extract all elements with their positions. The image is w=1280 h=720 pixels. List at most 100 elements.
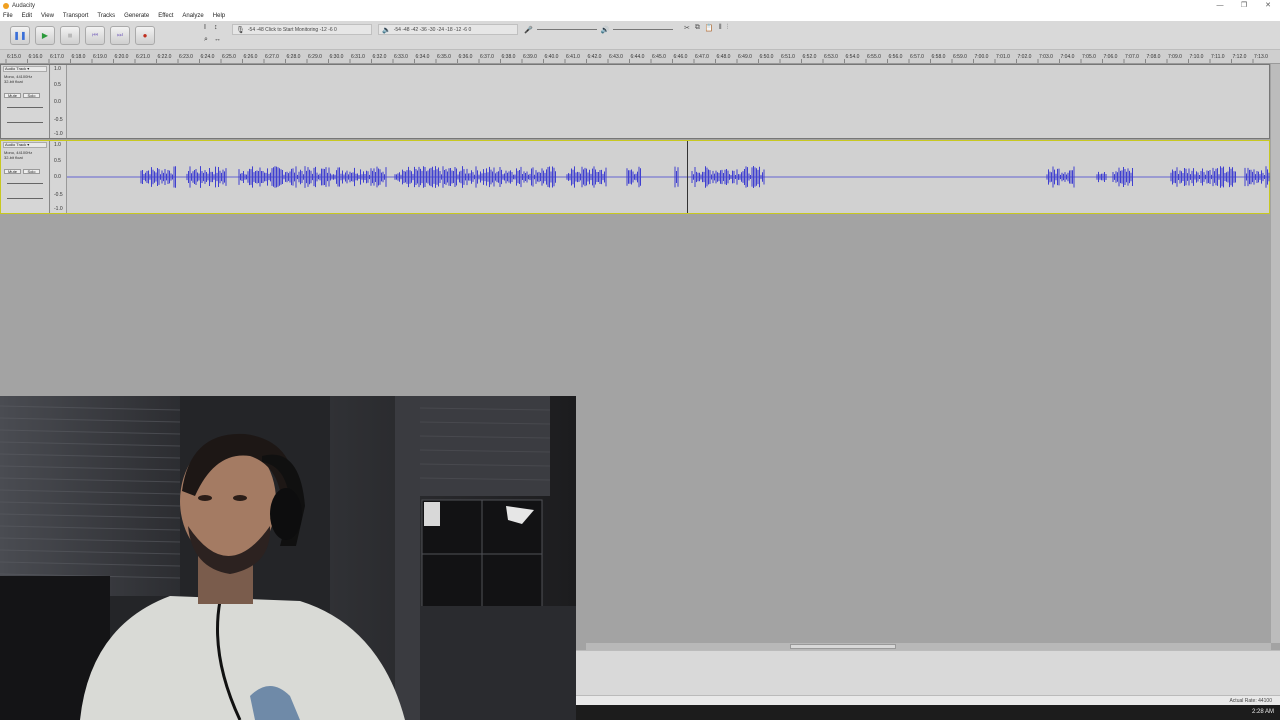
play-icon: ▶	[41, 31, 49, 40]
menu-edit[interactable]: Edit	[22, 13, 32, 19]
ruler-tick-label: 7:11.0	[1211, 54, 1225, 60]
ruler-tick-label: 6:32.0	[373, 54, 387, 60]
timeshift-tool-icon[interactable]: ↔	[214, 36, 221, 43]
mixer-toolbar: 🎤 🔊	[524, 24, 674, 35]
envelope-tool-icon[interactable]: ↕	[214, 24, 218, 31]
vertical-scrollbar[interactable]	[1271, 64, 1280, 643]
track-name-dropdown[interactable]: Audio Track ▾	[3, 66, 47, 72]
menu-tracks[interactable]: Tracks	[97, 13, 115, 19]
ruler-tick-label: 6:47.0	[695, 54, 709, 60]
record-button[interactable]: ●	[135, 26, 155, 45]
toolbar: ❚❚ ▶ ■ ⏮ ⏭ ● I ↕ ⌕ ↔ 🎙 -54 -48 Click to …	[0, 21, 1280, 50]
menu-file[interactable]: File	[3, 13, 13, 19]
ruler-tick-label: 6:27.0	[265, 54, 279, 60]
play-button[interactable]: ▶	[35, 26, 55, 45]
menu-generate[interactable]: Generate	[124, 13, 149, 19]
ruler-tick-label: 7:03.0	[1039, 54, 1053, 60]
ruler-tick-label: 6:49.0	[738, 54, 752, 60]
ruler-tick-label: 7:07.0	[1125, 54, 1139, 60]
window-controls: — ❐ ✕	[1208, 0, 1280, 11]
pause-button[interactable]: ❚❚	[10, 26, 30, 45]
ruler-tick-label: 6:55.0	[867, 54, 881, 60]
ruler-tick-label: 6:52.0	[803, 54, 817, 60]
tools-toolbar: I ↕ ⌕ ↔	[202, 24, 228, 48]
close-button[interactable]: ✕	[1256, 0, 1280, 11]
playback-volume-slider[interactable]	[613, 29, 674, 30]
ruler-tick-label: 7:02.0	[1018, 54, 1032, 60]
ruler-tick-label: 6:18.0	[72, 54, 86, 60]
record-meter[interactable]: 🎙 -54 -48 Click to Start Monitoring -12 …	[232, 24, 372, 35]
ruler-tick-label: 6:31.0	[351, 54, 365, 60]
cut-icon[interactable]: ✂	[684, 24, 690, 32]
solo-button[interactable]: Solo	[23, 169, 40, 174]
paste-icon[interactable]: 📋	[705, 24, 714, 32]
skip-to-end-button[interactable]: ⏭	[110, 26, 130, 45]
pause-icon: ❚❚	[13, 31, 27, 40]
horizontal-scrollbar[interactable]	[586, 643, 1271, 650]
mute-button[interactable]: Mute	[4, 169, 21, 174]
ruler-tick-label: 6:16.0	[29, 54, 43, 60]
ruler-tick-label: 7:00.0	[975, 54, 989, 60]
menu-analyze[interactable]: Analyze	[182, 13, 203, 19]
ruler-tick-label: 7:08.0	[1147, 54, 1161, 60]
copy-icon[interactable]: ⧉	[695, 24, 700, 32]
pan-slider[interactable]	[7, 122, 43, 123]
ruler-tick-label: 6:15.0	[7, 54, 21, 60]
record-icon: ●	[142, 31, 148, 40]
menu-view[interactable]: View	[41, 13, 54, 19]
ruler-tick-label: 6:33.0	[394, 54, 408, 60]
window-title: Audacity	[12, 2, 36, 9]
selection-toolbar	[576, 650, 1280, 695]
mute-solo-group: Mute Solo	[4, 93, 40, 98]
skip-end-icon: ⏭	[116, 31, 124, 39]
gain-slider[interactable]	[7, 183, 43, 184]
track-waveform-area[interactable]	[67, 65, 1269, 138]
ruler-tick-label: 6:50.0	[760, 54, 774, 60]
ruler-tick-label: 6:34.0	[416, 54, 430, 60]
stop-button[interactable]: ■	[60, 26, 80, 45]
mute-button[interactable]: Mute	[4, 93, 21, 98]
ruler-tick-label: 6:28.0	[287, 54, 301, 60]
silence-icon[interactable]: ⫶	[727, 24, 729, 32]
ruler-tick-label: 6:58.0	[932, 54, 946, 60]
ruler-tick-label: 6:53.0	[824, 54, 838, 60]
ruler-tick-label: 6:39.0	[523, 54, 537, 60]
ruler-tick-label: 6:57.0	[910, 54, 924, 60]
pan-slider[interactable]	[7, 198, 43, 199]
actual-rate-label: Actual Rate: 44100	[1229, 698, 1272, 704]
zoom-tool-icon[interactable]: ⌕	[204, 36, 208, 44]
menu-effect[interactable]: Effect	[158, 13, 173, 19]
mute-solo-group: Mute Solo	[4, 169, 40, 174]
playback-meter-scale: -54 -48 -42 -36 -30 -24 -18 -12 -6 0	[393, 26, 472, 33]
ruler-tick-label: 6:37.0	[480, 54, 494, 60]
ruler-tick-label: 6:46.0	[674, 54, 688, 60]
playback-meter[interactable]: 🔈 -54 -48 -42 -36 -30 -24 -18 -12 -6 0	[378, 24, 518, 35]
solo-button[interactable]: Solo	[23, 93, 40, 98]
audacity-logo-icon	[3, 2, 9, 9]
waveform	[67, 166, 1270, 188]
ruler-tick-label: 6:20.0	[115, 54, 129, 60]
track-info: Mono, 44100Hz 32-bit float	[4, 150, 33, 160]
ruler-tick-label: 6:51.0	[781, 54, 795, 60]
minimize-button[interactable]: —	[1208, 0, 1232, 11]
scrollbar-thumb[interactable]	[790, 644, 896, 649]
track-name-dropdown[interactable]: Audio Track ▾	[3, 142, 47, 148]
gain-slider[interactable]	[7, 107, 43, 108]
ruler-tick-label: 6:38.0	[502, 54, 516, 60]
track-info: Mono, 44100Hz 32-bit float	[4, 74, 33, 84]
ruler-tick-label: 7:04.0	[1061, 54, 1075, 60]
menu-help[interactable]: Help	[213, 13, 225, 19]
skip-to-start-button[interactable]: ⏮	[85, 26, 105, 45]
recording-volume-slider[interactable]	[536, 29, 597, 30]
ruler-tick-label: 6:44.0	[631, 54, 645, 60]
trim-icon[interactable]: ⫴	[719, 24, 722, 32]
menu-transport[interactable]: Transport	[63, 13, 88, 19]
microphone-icon: 🎙	[236, 26, 245, 34]
timeline-ruler[interactable]: 6:15.0 6:16.0 6:17.0 6:18.0 6:19.0 6:20.0 6:21…	[0, 50, 1280, 64]
maximize-button[interactable]: ❐	[1232, 0, 1256, 11]
selection-tool-icon[interactable]: I	[204, 24, 206, 31]
ruler-tick-label: 7:06.0	[1104, 54, 1118, 60]
menu-bar: File Edit View Transport Tracks Generate…	[0, 11, 1280, 21]
track-waveform-area[interactable]	[67, 141, 1270, 213]
record-meter-scale: -54 -48 Click to Start Monitoring -12 -6…	[247, 26, 337, 33]
